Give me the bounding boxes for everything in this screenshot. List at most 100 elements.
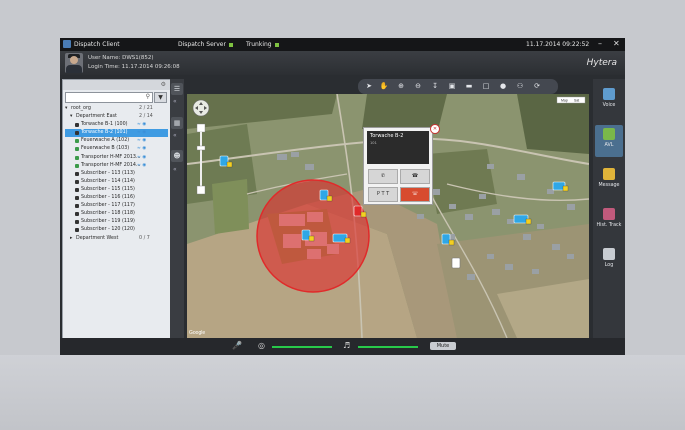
tree-radio-node[interactable]: Subscriber - 118 (118) <box>65 210 168 218</box>
tree-radio-node[interactable]: Subscriber - 113 (113) <box>65 170 168 178</box>
resource-tree: ▾ root_org 2 / 21 ▾ Department East 2 / 14 Tor… <box>65 105 168 243</box>
function-sidebar: Voice AVL Message Hist. Track Log <box>593 79 625 338</box>
radio-icon <box>75 187 79 192</box>
close-button[interactable]: ✕ <box>613 39 620 48</box>
tree-node-label: Subscriber - 116 (116) <box>81 195 135 201</box>
group-view-button[interactable]: ▦ <box>171 117 183 129</box>
sidebar-item-voice[interactable]: Voice <box>595 85 623 117</box>
radio-icon <box>75 212 79 217</box>
tree-org-node[interactable]: ▾ Department East 2 / 14 <box>65 113 168 121</box>
zoom-in-icon[interactable]: ⊕ <box>396 81 406 91</box>
filter-button[interactable]: ▼ <box>154 92 167 103</box>
zoom-slider-handle[interactable] <box>196 145 206 151</box>
tree-node-label: root_org <box>71 106 91 111</box>
expand-arrow-icon[interactable]: ▾ <box>70 113 72 121</box>
contacts-button[interactable]: ☻ <box>171 150 183 162</box>
tree-radio-node[interactable]: Subscriber - 114 (114) <box>65 178 168 186</box>
circle-select-icon[interactable]: ● <box>498 81 508 91</box>
status-indicator <box>274 42 279 47</box>
collapse-arrow-icon[interactable]: « <box>173 132 177 139</box>
user-header: User Name: DWS1(852) Login Time: 11.17.2… <box>60 51 625 75</box>
hist-track-icon <box>603 208 615 220</box>
tree-radio-node[interactable]: Subscriber - 120 (120) <box>65 226 168 234</box>
collapse-arrow-icon[interactable]: « <box>173 166 177 173</box>
layers-icon[interactable]: ⚇ <box>515 81 525 91</box>
full-extent-icon[interactable]: ▣ <box>447 81 457 91</box>
sidebar-item-hist-track[interactable]: Hist. Track <box>595 205 623 237</box>
tree-org-node[interactable]: ▾ root_org 2 / 21 <box>65 105 168 113</box>
microphone-icon[interactable]: 🎤 <box>232 341 242 350</box>
tree-radio-node[interactable]: Subscriber - 115 (115) <box>65 186 168 194</box>
online-status-icon: ≈ ◉ <box>137 162 147 168</box>
popup-radio-id: 101 <box>370 141 377 145</box>
tree-radio-node[interactable]: Subscriber - 119 (119) <box>65 218 168 226</box>
tree-node-label: Torwache B-1 (100) <box>81 122 128 128</box>
tree-radio-node[interactable]: Feuerwache A (102) ≈ ◉ <box>65 137 168 145</box>
tree-node-label: Transporter H-MF 2014... <box>81 162 141 168</box>
tree-view-button[interactable]: ☰ <box>171 83 183 95</box>
rectangle-select-icon[interactable]: □ <box>481 81 491 91</box>
popup-close-button[interactable]: ✕ <box>430 124 440 134</box>
zoom-out-map-icon[interactable] <box>196 185 206 195</box>
tree-radio-node[interactable]: Subscriber - 117 (117) <box>65 202 168 210</box>
sidebar-item-message[interactable]: Message <box>595 165 623 197</box>
tree-node-label: Subscriber - 118 (118) <box>81 211 135 217</box>
radio-icon <box>75 163 79 168</box>
zoom-in-map-icon[interactable] <box>196 123 206 133</box>
map-attribution: Google <box>189 330 205 336</box>
tree-org-node[interactable]: ▸ Department West 0 / 7 <box>65 235 168 243</box>
refresh-icon[interactable]: ⟳ <box>532 81 542 91</box>
tree-radio-node[interactable]: Transporter H-MF 2013... ≈ ◉ <box>65 154 168 162</box>
sidebar-item-avl[interactable]: AVL <box>595 125 623 157</box>
tree-node-label: Subscriber - 119 (119) <box>81 219 135 225</box>
dispatch-client-window: Dispatch Client Dispatch Server Trunking… <box>60 38 625 355</box>
tree-radio-node[interactable]: Feuerwache B (103) ≈ ◉ <box>65 145 168 153</box>
tree-node-label: Subscriber - 114 (114) <box>81 178 135 184</box>
tree-node-label: Feuerwache A (102) <box>81 138 130 144</box>
measure-icon[interactable]: ▬ <box>464 81 474 91</box>
message-icon <box>603 168 615 180</box>
radio-icon <box>75 220 79 225</box>
export-icon[interactable]: ↧ <box>430 81 440 91</box>
search-icon[interactable]: ⚲ <box>146 93 150 100</box>
radio-icon <box>75 171 79 176</box>
mute-button[interactable]: Mute <box>430 342 456 350</box>
voice-icon <box>603 88 615 100</box>
ptt-button[interactable]: P T T <box>368 187 398 202</box>
expand-arrow-icon[interactable]: ▸ <box>70 235 72 243</box>
minimize-button[interactable]: – <box>598 39 602 48</box>
online-status-icon: ≈ ◉ <box>137 138 147 144</box>
tree-node-label: Subscriber - 117 (117) <box>81 203 135 209</box>
tree-radio-node[interactable]: Torwache B-2 (101) ≈ ◉ <box>65 129 168 138</box>
expand-arrow-icon[interactable]: ▾ <box>65 105 67 113</box>
zoom-slider[interactable] <box>200 132 202 186</box>
app-title: Dispatch Client <box>74 41 120 48</box>
radio-marker-icon[interactable] <box>451 257 461 269</box>
tree-radio-node[interactable]: Subscriber - 116 (116) <box>65 194 168 202</box>
online-status-icon: ≈ ◉ <box>137 154 147 160</box>
collapse-arrow-icon[interactable]: « <box>173 98 177 105</box>
mic-level-bar[interactable] <box>272 346 332 348</box>
panel-settings-icon[interactable]: ⚙ <box>161 81 166 88</box>
online-count: 0 / 7 <box>139 235 150 241</box>
call-button[interactable]: ✆ <box>368 169 398 184</box>
panel-header: ⚙ <box>63 80 170 90</box>
select-pointer-icon[interactable]: ➤ <box>364 81 374 91</box>
zoom-out-icon[interactable]: ⊖ <box>413 81 423 91</box>
map-type-sat[interactable]: Sat <box>574 99 579 103</box>
hangup-button[interactable]: ☏ <box>400 187 430 202</box>
pan-hand-icon[interactable]: ✋ <box>379 81 389 91</box>
radio-call-popup: Torwache B-2 101 ✆ ☎ P T T ☏ ✕ <box>363 124 440 205</box>
tree-radio-node[interactable]: Torwache B-1 (100) ≈ ◉ <box>65 121 168 129</box>
speaker-level-bar[interactable] <box>358 346 418 348</box>
hytera-logo: Hytera <box>586 58 617 68</box>
map-type-map[interactable]: Map <box>561 99 568 103</box>
tree-node-label: Department East <box>76 114 117 120</box>
tree-radio-node[interactable]: Transporter H-MF 2014... ≈ ◉ <box>65 162 168 170</box>
audio-bar: 🎤 ◎ ♬ Mute <box>60 338 625 355</box>
sidebar-item-log[interactable]: Log <box>595 245 623 277</box>
dial-button[interactable]: ☎ <box>400 169 430 184</box>
search-input[interactable]: ⚲ <box>65 92 153 103</box>
sidebar-item-label: Message <box>598 183 620 188</box>
sidebar-item-label: AVL <box>604 143 614 148</box>
